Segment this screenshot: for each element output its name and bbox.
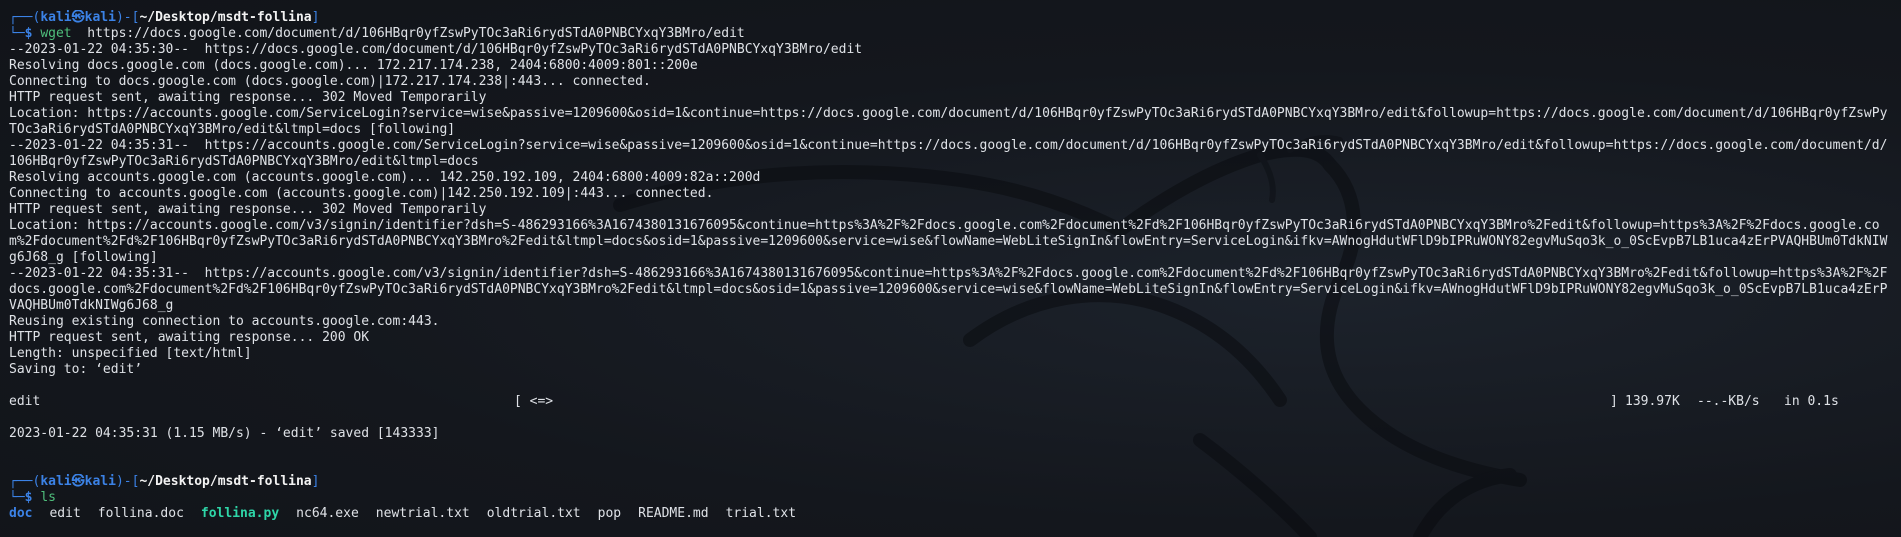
progress-rate: --.-KB/s — [1697, 394, 1760, 409]
progress-bar: [ <=> — [514, 394, 554, 409]
progress-bar-end: ] — [1610, 394, 1618, 409]
log-line: --2023-01-22 04:35:30-- https://docs.goo… — [9, 42, 863, 57]
prompt-header: ┌──(kali㉿kali)-[~/Desktop/msdt-follina] — [9, 474, 1892, 490]
prompt-frame: )-[ — [115, 474, 140, 489]
ls-entry-file[interactable]: oldtrial.txt — [487, 506, 581, 521]
prompt-host: kali — [84, 10, 116, 25]
ls-entry-exec[interactable]: follina.py — [201, 506, 279, 521]
progress-time: in 0.1s — [1784, 394, 1839, 409]
terminal-window[interactable]: ┌──(kali㉿kali)-[~/Desktop/msdt-follina] … — [0, 0, 1901, 537]
log-line: HTTP request sent, awaiting response... … — [9, 90, 487, 105]
log-line: Connecting to docs.google.com (docs.goog… — [9, 74, 651, 89]
prompt-frame: ] — [311, 474, 320, 489]
log-line: Length: unspecified [text/html] — [9, 346, 252, 361]
command-name: wget — [40, 26, 72, 41]
command-argument: https://docs.google.com/document/d/106HB… — [87, 26, 745, 41]
ls-output: doc edit follina.doc follina.py nc64.exe newt… — [9, 506, 1892, 522]
log-line: --2023-01-22 04:35:31-- https://accounts… — [9, 266, 1888, 313]
ls-entry-file[interactable]: nc64.exe — [296, 506, 359, 521]
prompt-user: kali — [40, 10, 72, 25]
ls-entry-file[interactable]: pop — [598, 506, 621, 521]
log-line: Saving to: ‘edit’ — [9, 362, 143, 377]
log-line: --2023-01-22 04:35:31-- https://accounts… — [9, 138, 1888, 169]
ls-entry-file[interactable]: trial.txt — [726, 506, 796, 521]
prompt-at-icon: ㉿ — [71, 10, 85, 25]
log-line: Resolving docs.google.com (docs.google.c… — [9, 58, 698, 73]
log-line: Location: https://accounts.google.com/Se… — [9, 106, 1888, 137]
log-line: Location: https://accounts.google.com/v3… — [9, 218, 1888, 265]
log-line: Resolving accounts.google.com (accounts.… — [9, 170, 761, 185]
ls-entry-file[interactable]: README.md — [638, 506, 708, 521]
ls-entry-file[interactable]: edit — [49, 506, 80, 521]
prompt-frame: )-[ — [115, 10, 140, 25]
prompt-dollar: $ — [24, 26, 33, 41]
prompt-path: ~/Desktop/msdt-follina — [139, 474, 312, 489]
prompt-path: ~/Desktop/msdt-follina — [139, 10, 312, 25]
download-progress: edit [ <=> ] 139.97K --.-KB/s in 0.1s — [9, 394, 1892, 410]
command-line: └─$ wget https://docs.google.com/documen… — [9, 26, 1892, 42]
progress-size: 139.97K — [1625, 394, 1680, 409]
command-line: └─$ ls — [9, 490, 1892, 506]
log-line: Connecting to accounts.google.com (accou… — [9, 186, 714, 201]
ls-entry-file[interactable]: newtrial.txt — [376, 506, 470, 521]
prompt-at-icon: ㉿ — [71, 474, 85, 489]
progress-filename: edit — [9, 394, 41, 409]
saved-line: 2023-01-22 04:35:31 (1.15 MB/s) - ‘edit’… — [9, 426, 440, 441]
log-line: HTTP request sent, awaiting response... … — [9, 202, 487, 217]
log-line: Reusing existing connection to accounts.… — [9, 314, 440, 329]
prompt-frame: └─ — [9, 26, 25, 41]
prompt-host: kali — [84, 474, 116, 489]
prompt-frame: ] — [311, 10, 320, 25]
terminal-output: ┌──(kali㉿kali)-[~/Desktop/msdt-follina] … — [9, 10, 1892, 522]
prompt-frame: ┌──( — [9, 10, 41, 25]
log-line: HTTP request sent, awaiting response... … — [9, 330, 370, 345]
ls-entry-file[interactable]: follina.doc — [98, 506, 184, 521]
prompt-header: ┌──(kali㉿kali)-[~/Desktop/msdt-follina] — [9, 10, 1892, 26]
